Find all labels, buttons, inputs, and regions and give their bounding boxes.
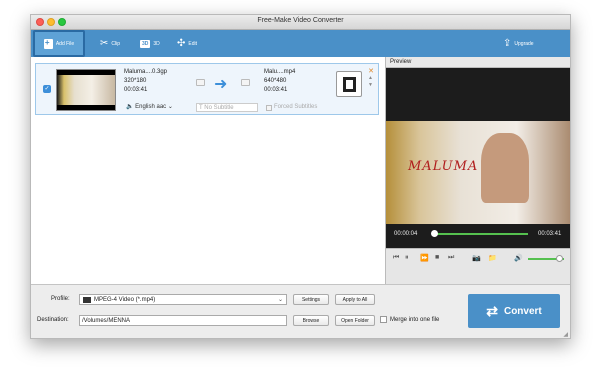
upload-icon: ⇪ xyxy=(503,37,512,49)
video-thumbnail xyxy=(56,69,116,111)
source-format-icon xyxy=(196,79,205,86)
profile-label: Profile: xyxy=(51,296,70,302)
bottom-panel: Profile: MPEG-4 Video (*.mp4) ⌄ Settings… xyxy=(31,284,570,338)
volume-icon[interactable]: 🔊 xyxy=(514,254,523,262)
upgrade-button[interactable]: ⇪ Upgrade xyxy=(503,30,534,57)
merge-label: Merge into one file xyxy=(390,316,440,323)
subtitle-select[interactable]: T No Subtitle xyxy=(196,103,258,112)
output-resolution: 640*480 xyxy=(264,78,287,84)
source-resolution: 320*180 xyxy=(124,78,147,84)
file-select-checkbox[interactable]: ✓ xyxy=(43,85,51,93)
remove-file-icon[interactable]: ✕ xyxy=(368,67,374,75)
convert-button[interactable]: ⇄ Convert xyxy=(468,294,560,328)
app-window: Free-Make Video Converter Add File ✂ Cli… xyxy=(30,14,571,339)
move-down-icon[interactable]: ▼ xyxy=(368,82,373,88)
convert-icon: ⇄ xyxy=(486,302,498,319)
arrow-right-icon: ➜ xyxy=(214,76,228,93)
settings-button[interactable]: Settings xyxy=(293,294,329,305)
apply-to-all-button[interactable]: Apply to All xyxy=(335,294,375,305)
browse-button[interactable]: Browse xyxy=(293,315,329,326)
output-duration: 00:03:41 xyxy=(264,87,288,93)
resize-grip-icon[interactable]: ◢ xyxy=(563,331,568,338)
scissors-icon: ✂ xyxy=(100,37,109,49)
add-file-label: Add File xyxy=(55,40,75,47)
film-icon xyxy=(343,77,356,92)
forced-subtitles-label: Forced Subtitles xyxy=(274,104,318,110)
skip-back-icon[interactable]: ⏮ xyxy=(393,254,399,262)
preview-label: Preview xyxy=(386,57,570,68)
speaker-icon: 🔈 xyxy=(126,104,134,110)
forced-subtitles-checkbox[interactable]: Forced Subtitles xyxy=(266,103,317,112)
convert-label: Convert xyxy=(503,305,542,317)
3d-button[interactable]: 3D 3D xyxy=(140,30,160,57)
folder-icon[interactable]: 📁 xyxy=(488,254,497,262)
title-bar: Free-Make Video Converter xyxy=(31,15,570,30)
thumbnail-letterbox-bottom xyxy=(57,105,115,110)
video-subject xyxy=(481,133,529,203)
preview-video-frame: MALUMA xyxy=(386,121,570,224)
3d-label: 3D xyxy=(153,40,160,47)
file-row[interactable]: ✓ Maluma....0.3gp 320*180 00:03:41 ➜ Mal… xyxy=(35,63,379,115)
output-filename: Malu....mp4 xyxy=(264,69,296,75)
source-filename: Maluma....0.3gp xyxy=(124,69,168,75)
edit-label: Edit xyxy=(188,40,198,47)
add-file-button[interactable]: Add File xyxy=(33,30,85,57)
destination-input[interactable]: /Volumes/MENNA xyxy=(79,315,287,326)
destination-label: Destination: xyxy=(37,317,69,323)
clip-button[interactable]: ✂ Clip xyxy=(100,30,120,57)
window-title: Free-Make Video Converter xyxy=(257,17,344,24)
merge-checkbox-box[interactable] xyxy=(380,316,387,323)
output-format-icon xyxy=(241,79,250,86)
seek-bar[interactable] xyxy=(432,233,528,235)
file-list: ✓ Maluma....0.3gp 320*180 00:03:41 ➜ Mal… xyxy=(31,57,385,284)
fast-forward-icon[interactable]: ⏩ xyxy=(420,254,429,262)
forced-checkbox-box[interactable] xyxy=(266,104,272,111)
thumbnail-letterbox-top xyxy=(57,70,115,75)
playback-controls: ⏮ ⏸ ⏩ ■ ⏭ 📷 📁 🔊 xyxy=(386,248,570,284)
video-overlay-text: MALUMA xyxy=(408,159,479,174)
move-up-icon[interactable]: ▲ xyxy=(368,75,373,81)
toolbar: Add File ✂ Clip 3D 3D ✣ Edit ⇪ Upgrade xyxy=(31,30,570,57)
edit-button[interactable]: ✣ Edit xyxy=(177,30,197,57)
output-info: Malu....mp4 640*480 00:03:41 xyxy=(264,68,295,95)
time-current: 00:00:04 xyxy=(394,231,418,237)
merge-checkbox[interactable]: Merge into one file xyxy=(380,316,439,323)
upgrade-label: Upgrade xyxy=(514,40,534,47)
subtitle-value: No Subtitle xyxy=(204,105,234,111)
chevron-down-icon: ⌄ xyxy=(167,104,173,110)
source-info: Maluma....0.3gp 320*180 00:03:41 xyxy=(124,68,167,95)
mp4-icon xyxy=(83,297,91,303)
time-total: 00:03:41 xyxy=(538,231,562,237)
sparkle-edit-icon: ✣ xyxy=(177,37,186,49)
audio-track-value: English aac xyxy=(135,104,167,110)
stop-icon[interactable]: ■ xyxy=(435,254,439,261)
pause-icon[interactable]: ⏸ xyxy=(405,254,409,262)
seek-handle[interactable] xyxy=(430,230,438,237)
profile-value: MPEG-4 Video (*.mp4) xyxy=(94,297,156,303)
snapshot-icon[interactable]: 📷 xyxy=(472,254,481,262)
chevron-down-icon: ⌄ xyxy=(277,297,283,303)
preview-panel: Preview MALUMA 00:00:04 00:03:41 ⏮ ⏸ ⏩ ■… xyxy=(385,57,570,284)
output-profile-button[interactable] xyxy=(336,71,362,97)
volume-handle[interactable] xyxy=(555,255,563,262)
skip-forward-icon[interactable]: ⏭ xyxy=(448,254,454,262)
profile-select[interactable]: MPEG-4 Video (*.mp4) ⌄ xyxy=(79,294,287,305)
3d-icon: 3D xyxy=(140,39,151,48)
add-file-icon xyxy=(43,38,53,49)
clip-label: Clip xyxy=(111,40,121,47)
source-duration: 00:03:41 xyxy=(124,87,148,93)
open-folder-button[interactable]: Open Folder xyxy=(335,315,375,326)
